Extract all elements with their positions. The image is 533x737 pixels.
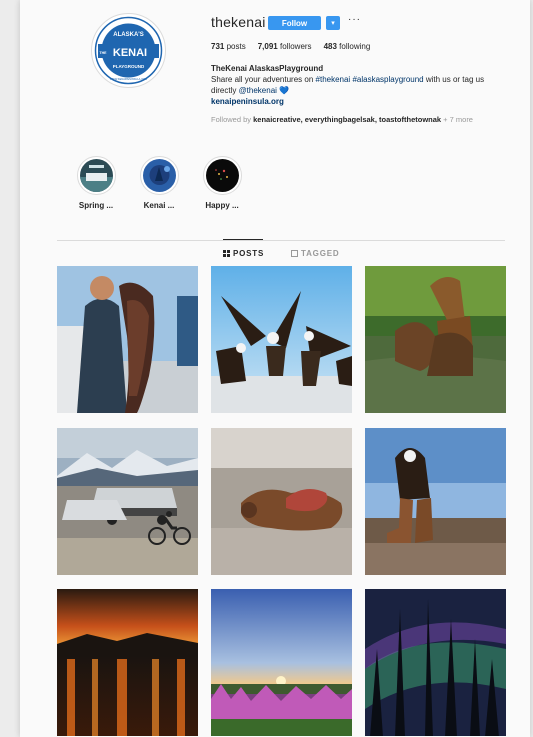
- followers-stat[interactable]: 7,091 followers: [258, 42, 312, 51]
- hashtag-alaskasplayground[interactable]: #alaskasplayground: [352, 75, 423, 84]
- followed-by-suffix: + 7 more: [441, 115, 473, 124]
- highlight-image-icon: [142, 159, 176, 192]
- post-thumbnail-fireweed-sunset[interactable]: [211, 589, 352, 736]
- logo-bottom-text: PLAYGROUND: [113, 64, 145, 69]
- grid-icon: [223, 250, 230, 257]
- profile-full-name: TheKenai AlaskasPlayground: [211, 64, 324, 73]
- post-thumbnail-aurora[interactable]: [365, 589, 506, 736]
- bio-text: Share all your adventures on #thekenai #…: [211, 74, 507, 96]
- more-options-button[interactable]: ···: [348, 14, 361, 25]
- post-image: [57, 266, 198, 413]
- following-stat[interactable]: 483 following: [324, 42, 371, 51]
- followers-label: followers: [279, 42, 312, 51]
- post-image: [57, 589, 198, 736]
- highlight-thumbnail: [205, 159, 239, 192]
- post-thumbnail-sunset-water[interactable]: [57, 589, 198, 736]
- kenai-logo-icon: ALASKA'S THE KENAI PLAYGROUND WWW.KENAIP…: [94, 16, 163, 85]
- story-highlight[interactable]: Kenai ...: [132, 156, 186, 210]
- tab-posts[interactable]: POSTS: [223, 249, 264, 258]
- post-image: [57, 428, 198, 575]
- post-image: [211, 589, 352, 736]
- profile-bio: TheKenai AlaskasPlayground Share all you…: [211, 63, 507, 107]
- post-thumbnail-eagles[interactable]: [211, 266, 352, 413]
- post-image: [365, 266, 506, 413]
- followed-by-names: kenaicreative, everythingbagelsak, toast…: [253, 115, 442, 124]
- bio-text-part1: Share all your adventures on: [211, 75, 316, 84]
- profile-username: thekenai: [211, 14, 266, 30]
- tabs-divider: [57, 240, 505, 241]
- post-image: [211, 428, 352, 575]
- highlight-ring: [202, 156, 242, 195]
- post-image: [365, 428, 506, 575]
- story-highlight[interactable]: Happy ...: [195, 156, 249, 210]
- story-highlight[interactable]: Spring ...: [69, 156, 123, 210]
- highlight-image-icon: [79, 159, 113, 192]
- logo-side-text: THE: [100, 51, 108, 55]
- tab-tagged-label: TAGGED: [301, 249, 340, 258]
- post-thumbnail-moose[interactable]: [365, 266, 506, 413]
- heart-icon: 💙: [279, 86, 290, 95]
- following-label: following: [339, 42, 371, 51]
- followed-by[interactable]: Followed by kenaicreative, everythingbag…: [211, 116, 507, 124]
- posts-label: posts: [226, 42, 246, 51]
- post-thumbnail-bear[interactable]: [211, 428, 352, 575]
- suggested-dropdown-button[interactable]: ▾: [326, 16, 340, 30]
- profile-stats: 731 posts 7,091 followers 483 following: [211, 42, 370, 51]
- post-image: [211, 266, 352, 413]
- profile-website-link[interactable]: kenaipeninsula.org: [211, 96, 507, 107]
- follow-button[interactable]: Follow: [268, 16, 321, 30]
- posts-stat: 731 posts: [211, 42, 246, 51]
- post-image: [365, 589, 506, 736]
- highlight-ring: [139, 156, 179, 195]
- mention-thekenai[interactable]: @thekenai: [239, 86, 277, 95]
- following-count: 483: [323, 42, 337, 51]
- tab-tagged[interactable]: TAGGED: [291, 249, 339, 258]
- highlight-thumbnail: [142, 159, 176, 192]
- posts-count: 731: [211, 42, 225, 51]
- active-tab-indicator: [223, 239, 263, 240]
- post-thumbnail-eagle-boots[interactable]: [365, 428, 506, 575]
- logo-top-text: ALASKA'S: [113, 32, 143, 38]
- highlight-image-icon: [205, 159, 239, 192]
- highlight-thumbnail: [79, 159, 113, 192]
- post-thumbnail-boat-bike[interactable]: [57, 428, 198, 575]
- post-thumbnail-fisherman[interactable]: [57, 266, 198, 413]
- highlight-label: Spring ...: [78, 201, 114, 210]
- tag-icon: [291, 250, 298, 257]
- hashtag-thekenai[interactable]: #thekenai: [316, 75, 351, 84]
- logo-main-text: KENAI: [113, 47, 147, 59]
- tab-posts-label: POSTS: [233, 249, 265, 258]
- highlight-label: Happy ...: [205, 201, 239, 210]
- highlight-ring: [76, 156, 116, 195]
- followers-count: 7,091: [257, 42, 278, 51]
- profile-avatar[interactable]: ALASKA'S THE KENAI PLAYGROUND WWW.KENAIP…: [91, 13, 166, 88]
- highlight-label: Kenai ...: [143, 201, 175, 210]
- followed-by-prefix: Followed by: [211, 115, 254, 124]
- profile-page: ALASKA'S THE KENAI PLAYGROUND WWW.KENAIP…: [20, 0, 530, 737]
- logo-url-text: WWW.KENAIPENINSULA.ORG: [110, 77, 147, 81]
